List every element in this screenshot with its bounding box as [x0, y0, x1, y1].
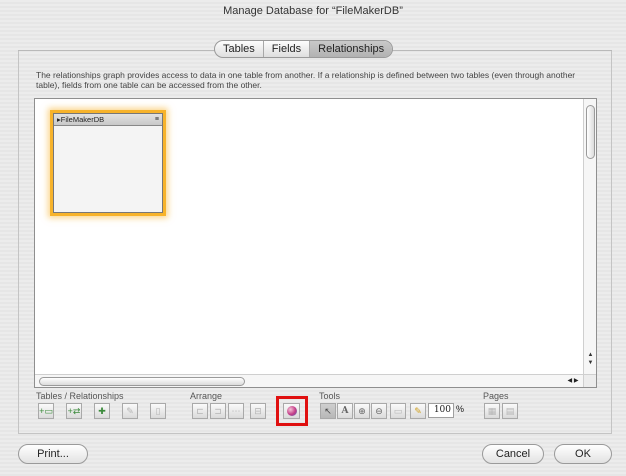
pencil-icon: ✎ — [126, 406, 134, 416]
resize-icon: ⊟ — [254, 406, 262, 416]
tables-relationships-label: Tables / Relationships — [36, 391, 124, 401]
relationships-graph[interactable]: ▸FileMakerDB ≡ ▲ ▼ ◀ ▶ — [34, 98, 597, 388]
text-tool-button[interactable]: A — [337, 403, 353, 419]
arrow-pointer-icon: ↖ — [324, 406, 332, 416]
table-occurrence-name: FileMakerDB — [60, 115, 105, 124]
zoom-percent-sign: % — [456, 404, 465, 414]
tools-label: Tools — [319, 391, 341, 401]
zoom-in-button[interactable]: ⊕ — [354, 403, 370, 419]
resize-button[interactable]: ⊟ — [250, 403, 266, 419]
horizontal-scroll-arrows[interactable]: ◀ ▶ — [563, 375, 583, 388]
note-icon: ✎ — [414, 406, 422, 416]
vertical-scroll-thumb[interactable] — [586, 105, 595, 159]
cancel-button[interactable]: Cancel — [482, 444, 544, 464]
text-tool-icon: A — [341, 406, 349, 416]
page-setup-button[interactable]: ▤ — [502, 403, 518, 419]
zoom-percentage-field[interactable]: 100 — [428, 403, 454, 418]
duplicate-button[interactable]: ✚ — [94, 403, 110, 419]
zoom-out-button[interactable]: ⊖ — [371, 403, 387, 419]
page-grid-button[interactable]: ▦ — [484, 403, 500, 419]
select-tool-button[interactable]: ↖ — [320, 403, 336, 419]
add-table-button[interactable]: +▭ — [38, 403, 54, 419]
vertical-scroll-arrows[interactable]: ▲ ▼ — [584, 351, 597, 375]
align-left-icon: ⊏ — [196, 406, 204, 416]
add-relationship-icon: +⇄ — [67, 406, 81, 416]
color-palette-icon — [287, 406, 297, 416]
add-table-icon: +▭ — [39, 406, 53, 416]
arrange-label: Arrange — [190, 391, 223, 401]
tab-relationships[interactable]: Relationships — [310, 41, 393, 57]
zoom-out-icon: ⊖ — [375, 406, 383, 416]
align-left-button[interactable]: ⊏ — [192, 403, 208, 419]
edit-button[interactable]: ✎ — [122, 403, 138, 419]
zoom-in-icon: ⊕ — [358, 406, 366, 416]
horizontal-scrollbar[interactable]: ◀ ▶ — [35, 374, 583, 387]
print-button[interactable]: Print... — [18, 444, 88, 464]
tab-fields[interactable]: Fields — [264, 41, 311, 57]
note-tool-button[interactable]: ✎ — [410, 403, 426, 419]
pages-label: Pages — [483, 391, 509, 401]
table-occurrence-header[interactable]: ▸FileMakerDB ≡ — [54, 114, 162, 126]
vertical-scrollbar[interactable]: ▲ ▼ — [583, 99, 596, 375]
window-title: Manage Database for “FileMakerDB” — [223, 5, 403, 17]
duplicate-icon: ✚ — [98, 406, 106, 416]
table-menu-icon[interactable]: ≡ — [155, 114, 159, 126]
trash-icon: ▯ — [155, 406, 161, 416]
distribute-button[interactable]: ⋯ — [228, 403, 244, 419]
collapse-icon: ▭ — [393, 406, 403, 416]
relationships-description: The relationships graph provides access … — [36, 70, 576, 90]
tab-tables[interactable]: Tables — [215, 41, 264, 57]
collapse-button[interactable]: ▭ — [390, 403, 406, 419]
tab-bar: Tables Fields Relationships — [214, 40, 394, 58]
page-grid-icon: ▦ — [487, 406, 497, 416]
page-setup-icon: ▤ — [505, 406, 515, 416]
table-occurrence-filemakerdb[interactable]: ▸FileMakerDB ≡ — [53, 113, 163, 213]
align-center-button[interactable]: ⊐ — [210, 403, 226, 419]
align-center-icon: ⊐ — [214, 406, 222, 416]
delete-button[interactable]: ▯ — [150, 403, 166, 419]
scroll-corner — [583, 374, 596, 387]
horizontal-scroll-thumb[interactable] — [39, 377, 245, 386]
color-button[interactable] — [283, 403, 300, 419]
distribute-icon: ⋯ — [231, 406, 241, 416]
add-relationship-button[interactable]: +⇄ — [66, 403, 82, 419]
manage-database-window: Manage Database for “FileMakerDB” Tables… — [0, 0, 626, 476]
ok-button[interactable]: OK — [554, 444, 612, 464]
